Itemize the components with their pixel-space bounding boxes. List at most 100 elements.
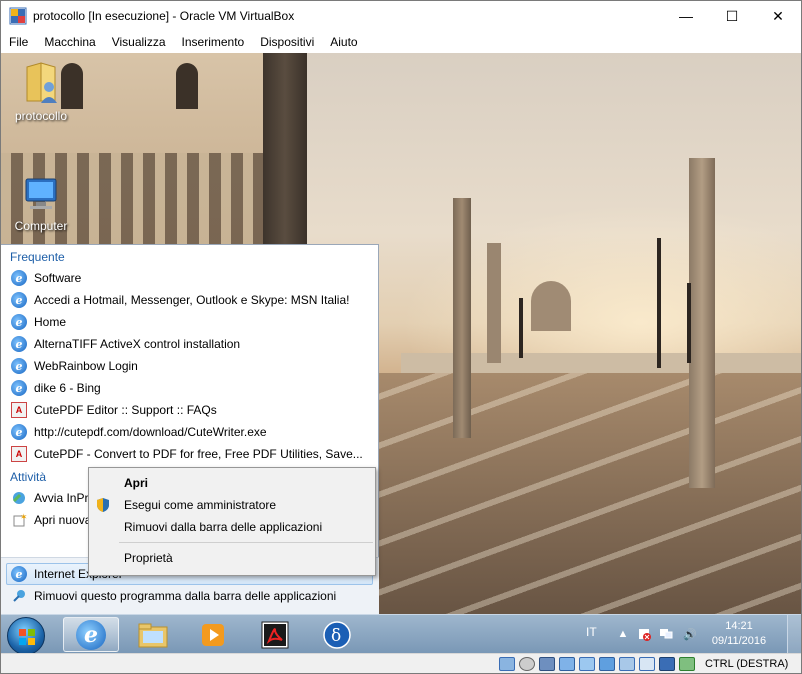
jumplist-item[interactable]: e Home bbox=[1, 311, 378, 333]
jumplist-item-label: Accedi a Hotmail, Messenger, Outlook e S… bbox=[34, 293, 350, 307]
wallpaper-bell-tower bbox=[487, 243, 501, 363]
wallpaper-lamp bbox=[687, 283, 691, 363]
menu-dispositivi[interactable]: Dispositivi bbox=[252, 35, 322, 49]
jumplist-item[interactable]: e Software bbox=[1, 267, 378, 289]
unpin-icon bbox=[11, 588, 27, 604]
action-center-icon[interactable] bbox=[637, 627, 651, 641]
jumplist-item-label: CutePDF Editor :: Support :: FAQs bbox=[34, 403, 217, 417]
jumplist-item-label: AlternaTIFF ActiveX control installation bbox=[34, 337, 241, 351]
maximize-button[interactable]: ☐ bbox=[709, 1, 755, 31]
dike-icon: δ bbox=[323, 620, 351, 649]
ie-page-icon: e bbox=[11, 380, 27, 396]
title-bar[interactable]: protocollo [In esecuzione] - Oracle VM V… bbox=[1, 1, 801, 31]
menu-visualizza[interactable]: Visualizza bbox=[104, 35, 174, 49]
ie-page-icon: e bbox=[11, 358, 27, 374]
context-menu: Apri Esegui come amministratore Rimuovi … bbox=[88, 467, 376, 576]
jumplist-item[interactable]: A CutePDF Editor :: Support :: FAQs bbox=[1, 399, 378, 421]
virtualbox-window: protocollo [In esecuzione] - Oracle VM V… bbox=[0, 0, 802, 674]
jumplist-item-label: Software bbox=[34, 271, 82, 285]
context-item-properties[interactable]: Proprietà bbox=[89, 547, 375, 569]
show-hidden-icons-icon[interactable]: ▲ bbox=[616, 627, 630, 641]
taskbar-dike[interactable]: δ bbox=[309, 617, 365, 652]
show-desktop-button[interactable] bbox=[787, 615, 801, 653]
jumplist-item[interactable]: e http://cutepdf.com/download/CuteWriter.… bbox=[1, 421, 378, 443]
language-indicator[interactable]: IT bbox=[586, 625, 597, 639]
guest-screen[interactable]: protocollo Computer Frequente e Software … bbox=[1, 53, 801, 653]
context-item-unpin[interactable]: Rimuovi dalla barra delle applicazioni bbox=[89, 516, 375, 538]
wallpaper-column-right bbox=[689, 158, 715, 488]
internet-explorer-icon: e bbox=[11, 566, 27, 582]
jumplist-item[interactable]: e Accedi a Hotmail, Messenger, Outlook e … bbox=[1, 289, 378, 311]
context-item-run-as-admin[interactable]: Esegui come amministratore bbox=[89, 494, 375, 516]
virtualbox-icon bbox=[9, 7, 27, 25]
jumplist-item[interactable]: e dike 6 - Bing bbox=[1, 377, 378, 399]
task-label: Avvia InPri bbox=[34, 491, 92, 505]
svg-text:✶: ✶ bbox=[20, 512, 27, 522]
file-explorer-icon bbox=[138, 623, 168, 647]
close-button[interactable]: ✕ bbox=[755, 1, 801, 31]
virtualization-icon[interactable] bbox=[659, 657, 675, 671]
wallpaper-window bbox=[176, 63, 198, 109]
jumplist-item[interactable]: e WebRainbow Login bbox=[1, 355, 378, 377]
optical-drive-icon[interactable] bbox=[519, 657, 535, 671]
acrobat-icon bbox=[261, 621, 289, 648]
network-adapter-icon[interactable] bbox=[559, 657, 575, 671]
jumplist-item-label: http://cutepdf.com/download/CuteWriter.e… bbox=[34, 425, 267, 439]
unpin-program[interactable]: Rimuovi questo programma dalla barra del… bbox=[1, 585, 379, 607]
unpin-label: Rimuovi questo programma dalla barra del… bbox=[34, 589, 337, 603]
taskbar-file-explorer[interactable] bbox=[125, 617, 181, 652]
window-title: protocollo [In esecuzione] - Oracle VM V… bbox=[33, 9, 295, 23]
jumplist-item-label: CutePDF - Convert to PDF for free, Free … bbox=[34, 447, 363, 461]
menu-macchina[interactable]: Macchina bbox=[36, 35, 103, 49]
inprivate-icon bbox=[11, 490, 27, 506]
volume-icon[interactable]: 🔊 bbox=[683, 627, 697, 641]
desktop-icon-computer[interactable]: Computer bbox=[1, 175, 81, 233]
internet-explorer-icon: e bbox=[76, 619, 106, 650]
context-item-label: Esegui come amministratore bbox=[124, 498, 277, 512]
virtualbox-status-bar: CTRL (DESTRA) bbox=[1, 653, 801, 673]
ie-page-icon: e bbox=[11, 270, 27, 286]
ie-page-icon: e bbox=[11, 292, 27, 308]
media-player-icon bbox=[202, 623, 224, 646]
menu-file[interactable]: File bbox=[1, 35, 36, 49]
host-key-label: CTRL (DESTRA) bbox=[705, 658, 789, 670]
video-capture-icon[interactable] bbox=[639, 657, 655, 671]
wallpaper-lamp bbox=[519, 298, 523, 358]
audio-icon[interactable] bbox=[539, 657, 555, 671]
taskbar-acrobat[interactable] bbox=[247, 617, 303, 652]
ie-page-icon: e bbox=[11, 314, 27, 330]
pdf-page-icon: A bbox=[11, 402, 27, 418]
desktop-icon-label: protocollo bbox=[14, 109, 68, 123]
user-folder-icon bbox=[21, 61, 61, 105]
ie-page-icon: e bbox=[11, 424, 27, 440]
task-label: Apri nuova bbox=[34, 513, 92, 527]
wallpaper-lamp bbox=[657, 238, 661, 368]
new-tab-icon: ✶ bbox=[11, 512, 27, 528]
desktop-icon-label: Computer bbox=[14, 219, 68, 233]
desktop-icon-protocollo[interactable]: protocollo bbox=[1, 61, 81, 123]
uac-shield-icon bbox=[96, 497, 110, 513]
taskbar: e δ IT ▲ 🔊 14:21 09/11/2016 bbox=[1, 614, 801, 653]
pdf-page-icon: A bbox=[11, 446, 27, 462]
clock-time: 14:21 bbox=[725, 620, 753, 632]
network-icon[interactable] bbox=[659, 627, 673, 641]
mouse-integration-icon[interactable] bbox=[679, 657, 695, 671]
jumplist-item[interactable]: e AlternaTIFF ActiveX control installatio… bbox=[1, 333, 378, 355]
ie-page-icon: e bbox=[11, 336, 27, 352]
menu-aiuto[interactable]: Aiuto bbox=[322, 35, 365, 49]
start-button[interactable] bbox=[7, 617, 45, 653]
usb-icon[interactable] bbox=[579, 657, 595, 671]
hard-disk-icon[interactable] bbox=[499, 657, 515, 671]
display-icon[interactable] bbox=[619, 657, 635, 671]
jumplist-item[interactable]: A CutePDF - Convert to PDF for free, Free… bbox=[1, 443, 378, 465]
shared-folders-icon[interactable] bbox=[599, 657, 615, 671]
taskbar-media-player[interactable] bbox=[185, 617, 241, 652]
menu-inserimento[interactable]: Inserimento bbox=[174, 35, 253, 49]
clock-date: 09/11/2016 bbox=[711, 635, 767, 647]
minimize-button[interactable]: — bbox=[663, 1, 709, 31]
context-item-apri[interactable]: Apri bbox=[89, 472, 375, 494]
computer-icon bbox=[20, 175, 62, 215]
wallpaper-dome bbox=[531, 281, 571, 331]
clock[interactable]: 14:21 09/11/2016 bbox=[709, 619, 769, 649]
taskbar-internet-explorer[interactable]: e bbox=[63, 617, 119, 652]
